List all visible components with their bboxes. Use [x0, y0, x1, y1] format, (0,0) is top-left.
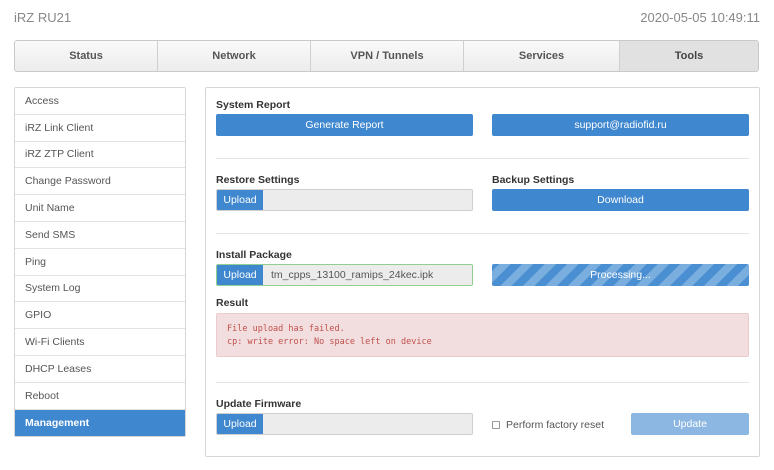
result-error-box: File upload has failed. cp: write error:… [216, 313, 749, 357]
tab-network[interactable]: Network [158, 41, 311, 71]
sidebar-item-reboot[interactable]: Reboot [15, 382, 185, 410]
download-backup-button[interactable]: Download [492, 189, 749, 211]
sidebar-item-system-log[interactable]: System Log [15, 275, 185, 303]
restore-settings-title: Restore Settings [216, 174, 300, 186]
backup-settings-title: Backup Settings [492, 174, 575, 186]
restore-upload-group: Upload [216, 189, 473, 211]
factory-reset-row: Perform factory reset [492, 419, 604, 431]
sidebar-item-ping[interactable]: Ping [15, 248, 185, 276]
divider [216, 382, 749, 383]
sidebar: Access iRZ Link Client iRZ ZTP Client Ch… [14, 87, 186, 438]
tab-vpn-tunnels[interactable]: VPN / Tunnels [311, 41, 464, 71]
install-upload-button[interactable]: Upload [217, 265, 263, 285]
result-line-2: cp: write error: No space left on device [227, 337, 432, 347]
divider [216, 233, 749, 234]
main-tabs: Status Network VPN / Tunnels Services To… [14, 40, 759, 72]
factory-reset-checkbox[interactable] [492, 421, 500, 429]
sidebar-item-dhcp-leases[interactable]: DHCP Leases [15, 355, 185, 383]
firmware-upload-button[interactable]: Upload [217, 414, 263, 434]
install-progress-bar: Processing... [492, 264, 749, 286]
generate-report-button[interactable]: Generate Report [216, 114, 473, 136]
restore-upload-button[interactable]: Upload [217, 190, 263, 210]
sidebar-item-wifi-clients[interactable]: Wi-Fi Clients [15, 329, 185, 356]
factory-reset-label: Perform factory reset [506, 419, 605, 431]
support-email-button[interactable]: support@radiofid.ru [492, 114, 749, 136]
sidebar-item-irz-ztp-client[interactable]: iRZ ZTP Client [15, 141, 185, 169]
firmware-upload-group: Upload [216, 413, 473, 435]
firmware-file-field[interactable] [263, 414, 472, 434]
install-upload-group: Upload tm_cpps_13100_ramips_24kec.ipk [216, 264, 473, 286]
divider [216, 158, 749, 159]
tab-tools[interactable]: Tools [620, 41, 758, 71]
system-report-title: System Report [216, 99, 291, 111]
result-line-1: File upload has failed. [227, 324, 345, 334]
install-package-title: Install Package [216, 249, 292, 261]
management-panel: System Report Generate Report support@ra… [205, 87, 760, 457]
sidebar-item-access[interactable]: Access [15, 88, 185, 115]
update-firmware-title: Update Firmware [216, 398, 302, 410]
install-file-field[interactable]: tm_cpps_13100_ramips_24kec.ipk [263, 265, 472, 285]
tab-status[interactable]: Status [15, 41, 158, 71]
datetime: 2020-05-05 10:49:11 [640, 10, 760, 25]
sidebar-item-management[interactable]: Management [15, 409, 185, 437]
sidebar-item-irz-link-client[interactable]: iRZ Link Client [15, 114, 185, 142]
device-title: iRZ RU21 [14, 10, 72, 25]
sidebar-item-unit-name[interactable]: Unit Name [15, 195, 185, 222]
sidebar-item-change-password[interactable]: Change Password [15, 168, 185, 196]
update-firmware-button[interactable]: Update [631, 413, 749, 435]
sidebar-item-send-sms[interactable]: Send SMS [15, 221, 185, 249]
tab-services[interactable]: Services [464, 41, 620, 71]
progress-label: Processing... [590, 269, 651, 281]
result-title: Result [216, 297, 249, 309]
sidebar-item-gpio[interactable]: GPIO [15, 302, 185, 330]
restore-file-field[interactable] [263, 190, 472, 210]
